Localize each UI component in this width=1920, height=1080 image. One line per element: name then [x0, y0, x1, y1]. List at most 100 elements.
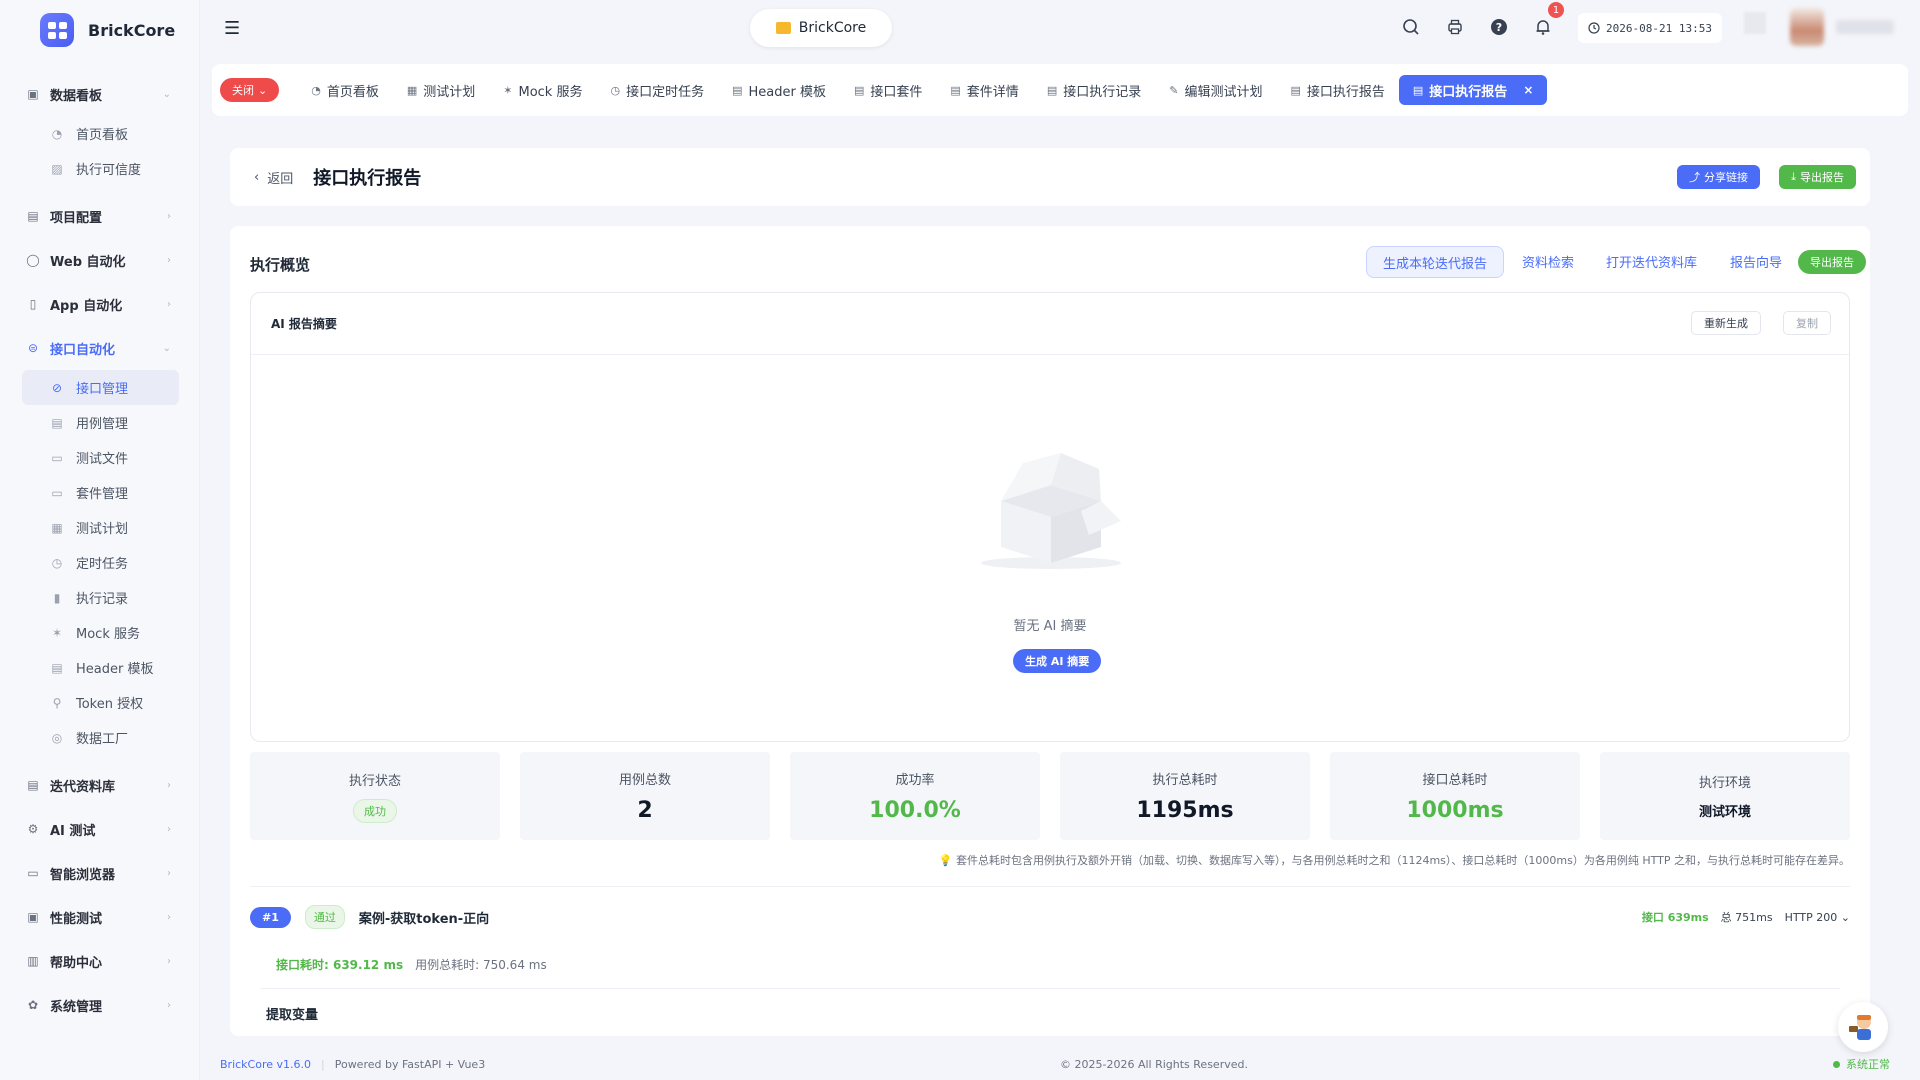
- chevron-right-icon: ›: [167, 867, 171, 879]
- tab-2[interactable]: ✶ Mock 服务: [489, 75, 596, 105]
- version[interactable]: BrickCore v1.6.0: [220, 1058, 311, 1071]
- sidebar-group-label: AI 测试: [50, 823, 96, 839]
- sidebar-group-label: 帮助中心: [50, 955, 103, 971]
- tab-1[interactable]: ▦ 测试计划: [393, 75, 489, 105]
- tab-9[interactable]: ▤ 接口执行报告: [1276, 75, 1398, 105]
- tab-4[interactable]: ▤ Header 模板: [718, 75, 840, 105]
- stat-card: 执行总耗时 1195ms: [1060, 752, 1310, 840]
- help-icon[interactable]: ?: [1488, 16, 1510, 38]
- brand-logo-icon: [40, 13, 74, 47]
- open-library-link[interactable]: 打开迭代资料库: [1606, 252, 1697, 271]
- tab-label: 套件详情: [966, 84, 1019, 100]
- empty-box-icon: [981, 453, 1121, 569]
- username[interactable]: [1836, 20, 1894, 34]
- sidebar-item-4-10[interactable]: ◎ 数据工厂: [22, 720, 179, 755]
- mock-icon: ✶: [51, 625, 63, 640]
- sidebar-group-10[interactable]: ✿ 系统管理 ›: [0, 983, 199, 1027]
- chevron-right-icon: ›: [167, 298, 171, 310]
- report-wizard-link[interactable]: 报告向导: [1730, 252, 1782, 271]
- performance-icon: ▣: [27, 910, 39, 924]
- sidebar-item-4-4[interactable]: ▦ 测试计划: [22, 510, 179, 545]
- status-blur: [1744, 12, 1766, 34]
- menu-toggle-icon[interactable]: ☰: [224, 18, 240, 39]
- assistant-mascot-icon[interactable]: [1838, 1002, 1888, 1052]
- tab-10[interactable]: ▤ 接口执行报告 ×: [1398, 75, 1548, 105]
- case-http-status[interactable]: HTTP 200 ⌄: [1785, 911, 1850, 924]
- generate-iteration-report-button[interactable]: 生成本轮迭代报告: [1366, 246, 1505, 278]
- export-report-button[interactable]: ⤓ 导出报告: [1779, 165, 1856, 189]
- report-card: 执行概览 生成本轮迭代报告 资料检索 打开迭代资料库 报告向导 导出报告 AI …: [230, 226, 1870, 1036]
- sidebar-group-label: 接口自动化: [50, 342, 116, 358]
- search-icon[interactable]: [1400, 16, 1422, 38]
- sidebar-group-6[interactable]: ⚙ AI 测试 ›: [0, 807, 199, 851]
- calendar-icon: ▦: [406, 83, 418, 97]
- back-button[interactable]: ‹ 返回: [254, 168, 293, 187]
- page-header: ‹ 返回 接口执行报告 ⤴ 分享链接 ⤓ 导出报告: [230, 148, 1870, 206]
- sidebar-group-0[interactable]: ▣ 数据看板 ⌄: [0, 72, 199, 116]
- case-name: 案例-获取token-正向: [358, 911, 490, 927]
- folder-icon: ▭: [51, 485, 63, 500]
- avatar[interactable]: [1790, 8, 1824, 46]
- generate-ai-summary-button[interactable]: 生成 AI 摘要: [1013, 649, 1102, 673]
- calendar-icon: ▦: [51, 520, 63, 535]
- close-tabs-button[interactable]: 关闭 ⌄: [220, 78, 280, 102]
- export-report-small-button[interactable]: 导出报告: [1798, 250, 1866, 274]
- sidebar-item-4-9[interactable]: ⚲ Token 授权: [22, 685, 179, 720]
- sidebar-item-4-3[interactable]: ▭ 套件管理: [22, 475, 179, 510]
- stat-label: 执行总耗时: [1152, 773, 1218, 788]
- sidebar-group-label: 数据看板: [50, 88, 103, 104]
- sidebar-group-9[interactable]: ▥ 帮助中心 ›: [0, 939, 199, 983]
- sidebar-item-4-0[interactable]: ⊘ 接口管理: [22, 370, 179, 405]
- tab-8[interactable]: ✎ 编辑测试计划: [1155, 75, 1276, 105]
- copy-button[interactable]: 复制: [1783, 311, 1831, 335]
- project-selector[interactable]: BrickCore: [750, 9, 892, 47]
- close-icon[interactable]: ×: [1523, 83, 1533, 97]
- system-status: 系统正常: [1833, 1056, 1890, 1072]
- sidebar-group-2[interactable]: ◯ Web 自动化 ›: [0, 238, 199, 282]
- sidebar-item-4-6[interactable]: ▮ 执行记录: [22, 580, 179, 615]
- sidebar-group-8[interactable]: ▣ 性能测试 ›: [0, 895, 199, 939]
- library-icon: ▤: [27, 778, 39, 792]
- chevron-right-icon: ›: [167, 999, 171, 1011]
- tab-0[interactable]: ◔ 首页看板: [297, 75, 393, 105]
- sidebar-item-4-8[interactable]: ▤ Header 模板: [22, 650, 179, 685]
- brand[interactable]: BrickCore: [0, 0, 199, 60]
- alarm-icon: ◷: [610, 83, 621, 97]
- sidebar-item-4-1[interactable]: ▤ 用例管理: [22, 405, 179, 440]
- bell-icon[interactable]: 1: [1532, 2, 1564, 38]
- sidebar-item-0-0[interactable]: ◔ 首页看板: [22, 116, 179, 151]
- divider: [260, 988, 1840, 989]
- sidebar-group-7[interactable]: ▭ 智能浏览器 ›: [0, 851, 199, 895]
- sidebar-group-1[interactable]: ▤ 项目配置 ›: [0, 194, 199, 238]
- api-icon: ⊜: [27, 341, 39, 355]
- tab-label: 测试计划: [423, 84, 476, 100]
- search-link[interactable]: 资料检索: [1522, 252, 1574, 271]
- http-label: HTTP 200: [1784, 910, 1838, 924]
- sidebar-group-5[interactable]: ▤ 迭代资料库 ›: [0, 763, 199, 807]
- sidebar-item-label: 测试文件: [76, 452, 129, 467]
- regenerate-button[interactable]: 重新生成: [1691, 311, 1761, 335]
- case-index: #1: [250, 906, 291, 928]
- brand-name: BrickCore: [88, 20, 176, 40]
- sidebar-item-4-7[interactable]: ✶ Mock 服务: [22, 615, 179, 650]
- tab-7[interactable]: ▤ 接口执行记录: [1033, 75, 1155, 105]
- clock-icon: [1588, 22, 1600, 34]
- stat-label: 接口总耗时: [1422, 773, 1488, 788]
- sidebar-item-4-2[interactable]: ▭ 测试文件: [22, 440, 179, 475]
- sidebar-group-3[interactable]: ▯ App 自动化 ›: [0, 282, 199, 326]
- chevron-right-icon: ›: [167, 210, 171, 222]
- printer-icon[interactable]: [1444, 16, 1466, 38]
- share-link-button[interactable]: ⤴ 分享链接: [1677, 165, 1760, 189]
- sidebar-group-label: 智能浏览器: [50, 867, 116, 883]
- case-row[interactable]: #1 通过 案例-获取token-正向 接口 639ms 总 751ms HTT…: [250, 904, 1850, 930]
- tab-6[interactable]: ▤ 套件详情: [936, 75, 1032, 105]
- tab-label: Mock 服务: [518, 84, 583, 100]
- stat-card: 成功率 100.0%: [790, 752, 1040, 840]
- chevron-right-icon: ›: [167, 911, 171, 923]
- sidebar-item-0-1[interactable]: ▨ 执行可信度: [22, 151, 179, 186]
- sidebar-item-4-5[interactable]: ◷ 定时任务: [22, 545, 179, 580]
- tab-3[interactable]: ◷ 接口定时任务: [596, 75, 718, 105]
- sidebar-group-4[interactable]: ⊜ 接口自动化 ⌄: [0, 326, 199, 370]
- tab-5[interactable]: ▤ 接口套件: [840, 75, 936, 105]
